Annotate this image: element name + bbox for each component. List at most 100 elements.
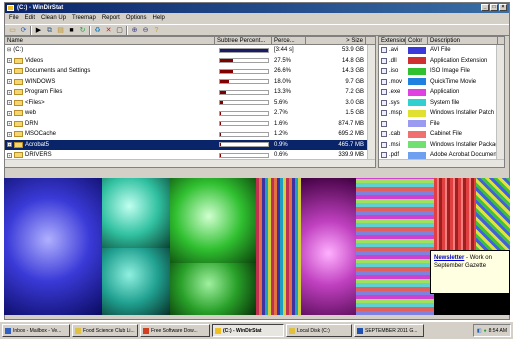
column-color[interactable]: Color (406, 37, 428, 44)
treemap-block-iso[interactable] (102, 178, 170, 248)
help-icon[interactable]: ? (152, 26, 161, 35)
subtree-bar-fill (220, 80, 229, 84)
extension-row[interactable]: .exe Application (379, 87, 504, 98)
tooltip: Newsletter - Work on September Gazette (430, 250, 510, 294)
tree-row[interactable]: + Acrobat5 0.9% 465.7 MB (5, 139, 375, 150)
extension-row[interactable]: .sys System file (379, 98, 504, 109)
treemap-block-mov-2[interactable] (170, 263, 256, 315)
file-type-icon (381, 141, 387, 148)
treemap-block-web[interactable] (434, 178, 476, 250)
extension-description: Windows Installer Patch (430, 110, 495, 116)
file-type-icon (381, 89, 387, 96)
taskbar-button[interactable]: Local Disk (C:) (286, 324, 352, 337)
subtree-bar (219, 68, 269, 74)
clock[interactable]: 8:54 AM (489, 328, 507, 334)
extension-row[interactable]: File (379, 119, 504, 130)
properties-icon[interactable]: ▢ (115, 26, 124, 35)
extension-row[interactable]: .cab Cabinet File (379, 129, 504, 140)
cmd-icon[interactable]: ■ (67, 26, 76, 35)
extension-row[interactable]: .mov QuickTime Movie (379, 77, 504, 88)
treemap-block-misc[interactable] (476, 178, 510, 250)
network-icon[interactable]: ◧ (477, 328, 482, 334)
treemap-block-documents[interactable] (256, 178, 301, 315)
column-extension[interactable]: Extension (379, 37, 406, 44)
collapse-icon[interactable]: ⊟ (7, 45, 11, 56)
tree-row[interactable]: + Program Files 13.3% 7.2 GB (5, 87, 375, 98)
taskbar-button[interactable]: (C:) - WinDirStat (212, 324, 284, 337)
tree-row[interactable]: + MSOCache 1.2% 695.2 MB (5, 129, 375, 140)
treemap-block-windows[interactable] (301, 178, 356, 315)
expand-icon[interactable]: + (7, 131, 12, 137)
tree-row-root[interactable]: ⊟ (C:) [3:44 s] 53.9 GB (5, 45, 375, 56)
treemap-block-videos[interactable] (4, 178, 102, 315)
expand-icon[interactable]: + (7, 121, 12, 127)
subtree-bar (219, 79, 269, 85)
treemap-block-iso-2[interactable] (102, 248, 170, 315)
tree-row[interactable]: + Videos 27.5% 14.8 GB (5, 56, 375, 67)
column-percent[interactable]: Perce... (272, 37, 306, 44)
taskbar-button[interactable]: Inbox - Mailbox - Ve... (2, 324, 70, 337)
treemap-block-mov[interactable] (170, 178, 256, 263)
menu-report[interactable]: Report (102, 14, 120, 23)
menu-edit[interactable]: Edit (25, 14, 35, 23)
expand-icon[interactable]: + (7, 152, 12, 158)
refresh-icon[interactable]: ⟳ (19, 26, 28, 35)
toolbar-separator (30, 25, 32, 35)
column-subtree-percent[interactable]: Subtree Percent... (215, 37, 272, 44)
zoom-out-icon[interactable]: ⊖ (141, 26, 150, 35)
expand-icon[interactable]: + (7, 89, 12, 95)
expand-icon[interactable]: + (7, 79, 12, 85)
task-app-icon (289, 327, 295, 334)
tree-row[interactable]: + Documents and Settings 26.6% 14.3 GB (5, 66, 375, 77)
expand-icon[interactable]: + (7, 142, 12, 148)
treemap[interactable] (4, 178, 510, 315)
subtree-bar-fill (220, 101, 223, 105)
taskbar-button[interactable]: Free Software Dow... (140, 324, 210, 337)
tree-row[interactable]: + <Files> 5.6% 3.0 GB (5, 98, 375, 109)
tooltip-title[interactable]: Newsletter (434, 255, 464, 261)
copy-icon[interactable]: ⧉ (45, 26, 54, 35)
recycle-icon[interactable]: ♻ (93, 26, 102, 35)
tree-row[interactable]: + WINDOWS 18.0% 9.7 GB (5, 77, 375, 88)
maximize-button[interactable]: □ (490, 4, 498, 11)
menu-clean-up[interactable]: Clean Up (41, 14, 66, 23)
treemap-block-program-files[interactable] (356, 178, 434, 315)
menu-treemap[interactable]: Treemap (72, 14, 96, 23)
play-icon[interactable]: ▶ (34, 26, 43, 35)
refresh-all-icon[interactable]: ↻ (78, 26, 87, 35)
subtree-bar-fill (220, 143, 221, 147)
extension-horizontal-scrollbar[interactable] (379, 159, 504, 167)
expand-icon[interactable]: + (7, 68, 12, 74)
extension-list: Extension Color Description .avi AVI File… (378, 36, 505, 168)
extension-row[interactable]: .avi AVI File (379, 45, 504, 56)
tree-row[interactable]: + DRN 1.6% 874.7 MB (5, 119, 375, 130)
minimize-button[interactable]: _ (481, 4, 489, 11)
expand-icon[interactable]: + (7, 100, 12, 106)
menu-options[interactable]: Options (126, 14, 147, 23)
menu-help[interactable]: Help (153, 14, 165, 23)
expand-icon[interactable]: + (7, 110, 12, 116)
explore-icon[interactable]: ▤ (56, 26, 65, 35)
taskbar-button[interactable]: Food Science Club Li... (72, 324, 138, 337)
column-size[interactable]: > Size (306, 37, 366, 44)
extension-row[interactable]: .dll Application Extension (379, 56, 504, 67)
extension-row[interactable]: .msp Windows Installer Patch (379, 108, 504, 119)
toolbar-separator (89, 25, 91, 35)
extension-row[interactable]: .iso ISO Image File (379, 66, 504, 77)
close-button[interactable]: × (499, 4, 507, 11)
tree-vertical-scrollbar[interactable] (367, 45, 375, 159)
tree-horizontal-scrollbar[interactable] (5, 159, 375, 167)
extension-vertical-scrollbar[interactable] (496, 45, 504, 159)
column-name[interactable]: Name (5, 37, 215, 44)
row-name: MSOCache (25, 131, 57, 137)
expand-icon[interactable]: + (7, 58, 12, 64)
extension-row[interactable]: .msi Windows Installer Package (379, 140, 504, 151)
column-description[interactable]: Description (428, 37, 498, 44)
zoom-in-icon[interactable]: ⊕ (130, 26, 139, 35)
delete-icon[interactable]: ✕ (104, 26, 113, 35)
open-icon[interactable]: ▭ (8, 26, 17, 35)
tree-row[interactable]: + web 2.7% 1.5 GB (5, 108, 375, 119)
menu-file[interactable]: File (9, 14, 19, 23)
security-icon[interactable]: ● (484, 328, 487, 334)
taskbar-button[interactable]: SEPTEMBER 2011 G... (354, 324, 424, 337)
